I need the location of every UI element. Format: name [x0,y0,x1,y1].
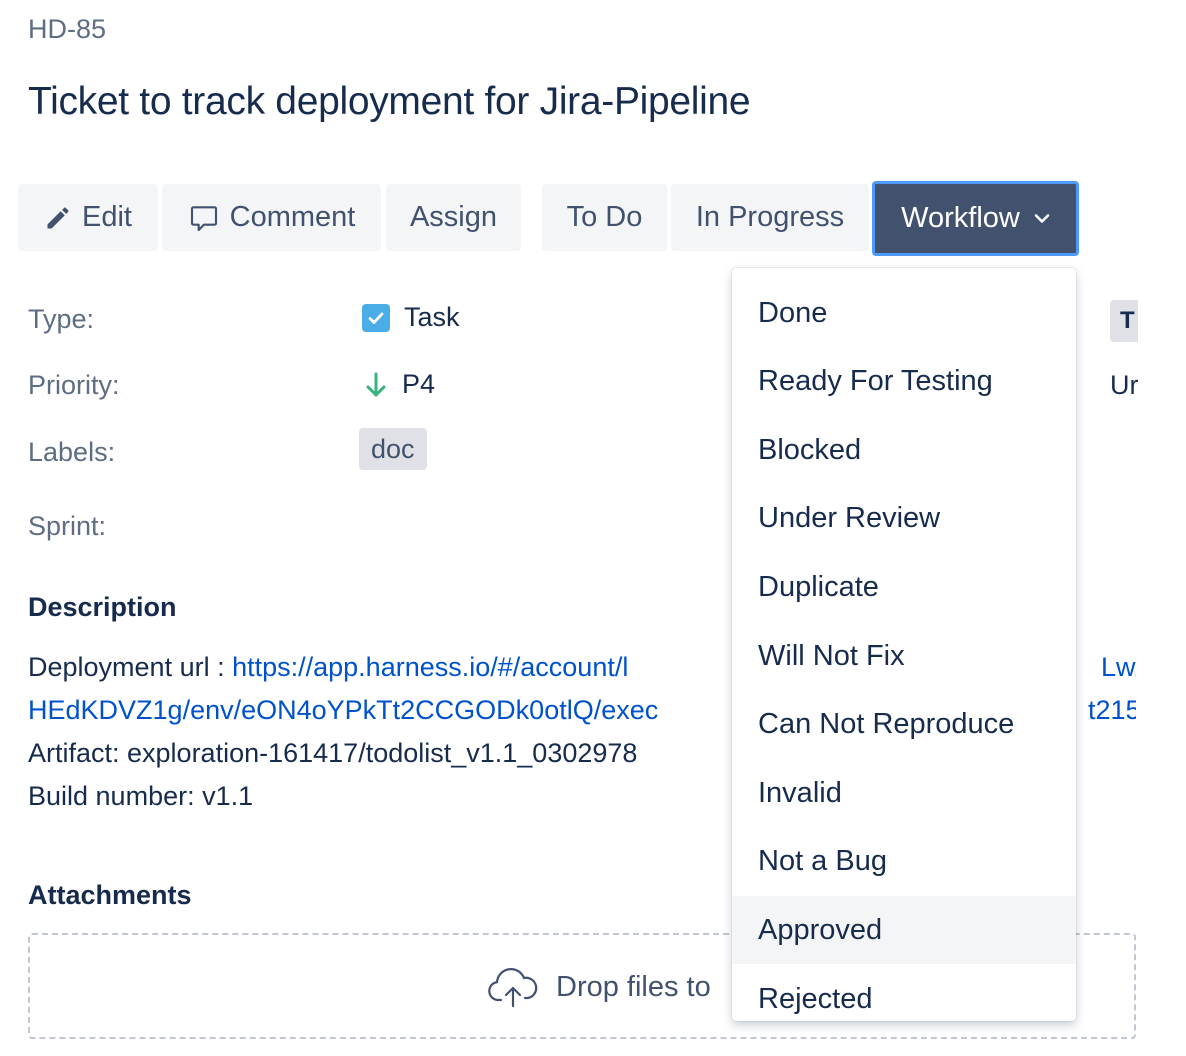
menu-item-invalid[interactable]: Invalid [732,759,1076,827]
menu-item-ready-for-testing[interactable]: Ready For Testing [732,347,1076,415]
comment-button[interactable]: Comment [162,184,381,251]
attachments-heading: Attachments [28,880,192,910]
arrow-down-icon [364,371,388,399]
menu-item-under-review[interactable]: Under Review [732,484,1076,552]
deployment-url-link-2-tail[interactable]: t215 [1088,689,1136,732]
dropzone-content[interactable]: Drop files to [486,966,711,1008]
cloud-upload-icon [486,966,540,1008]
right-column-value: Ur [1110,370,1139,400]
pencil-icon [44,204,72,232]
type-value-text: Task [404,302,460,332]
priority-value[interactable]: P4 [364,369,435,400]
menu-item-can-not-reproduce[interactable]: Can Not Reproduce [732,690,1076,758]
type-label: Type: [28,304,95,334]
workflow-button[interactable]: Workflow [872,181,1079,256]
workflow-button-label: Workflow [901,202,1020,234]
assign-button-label: Assign [409,201,498,233]
menu-item-blocked[interactable]: Blocked [732,416,1076,484]
menu-item-approved[interactable]: Approved [732,896,1076,964]
menu-item-rejected[interactable]: Rejected [732,965,1076,1021]
edit-button[interactable]: Edit [18,184,158,251]
deployment-url-link-2[interactable]: HEdKDVZ1g/env/eON4oYPkTt2CCGODk0otlQ/exe… [28,695,658,725]
workflow-dropdown-menu: Done Ready For Testing Blocked Under Rev… [732,268,1076,1021]
priority-value-text: P4 [402,369,436,399]
task-checkbox-icon [362,303,390,332]
comment-button-label: Comment [229,201,356,233]
issue-key[interactable]: HD-85 [28,14,106,45]
sprint-label: Sprint: [28,511,107,541]
menu-item-duplicate[interactable]: Duplicate [732,553,1076,621]
deployment-url-prefix: Deployment url : [28,652,233,682]
todo-button-label: To Do [566,201,643,233]
dropzone-text: Drop files to [556,970,711,1003]
right-column-chip: T [1110,300,1138,342]
in-progress-button-label: In Progress [695,201,845,233]
comment-icon [188,202,220,234]
menu-item-not-a-bug[interactable]: Not a Bug [732,827,1076,895]
todo-transition-button[interactable]: To Do [542,184,667,251]
priority-label: Priority: [28,370,120,400]
issue-title[interactable]: Ticket to track deployment for Jira-Pipe… [28,80,751,124]
description-heading: Description [28,592,177,622]
deployment-url-link[interactable]: https://app.harness.io/#/account/l [232,652,628,682]
edit-button-label: Edit [82,201,132,233]
label-chip-doc[interactable]: doc [359,428,427,470]
menu-item-done[interactable]: Done [732,279,1076,347]
menu-item-will-not-fix[interactable]: Will Not Fix [732,622,1076,690]
type-value[interactable]: Task [362,302,460,333]
in-progress-transition-button[interactable]: In Progress [671,184,869,251]
chevron-down-icon [1034,213,1050,225]
labels-label: Labels: [28,437,116,467]
assign-button[interactable]: Assign [386,184,521,251]
deployment-url-link-tail[interactable]: Lw/a [1101,646,1136,689]
